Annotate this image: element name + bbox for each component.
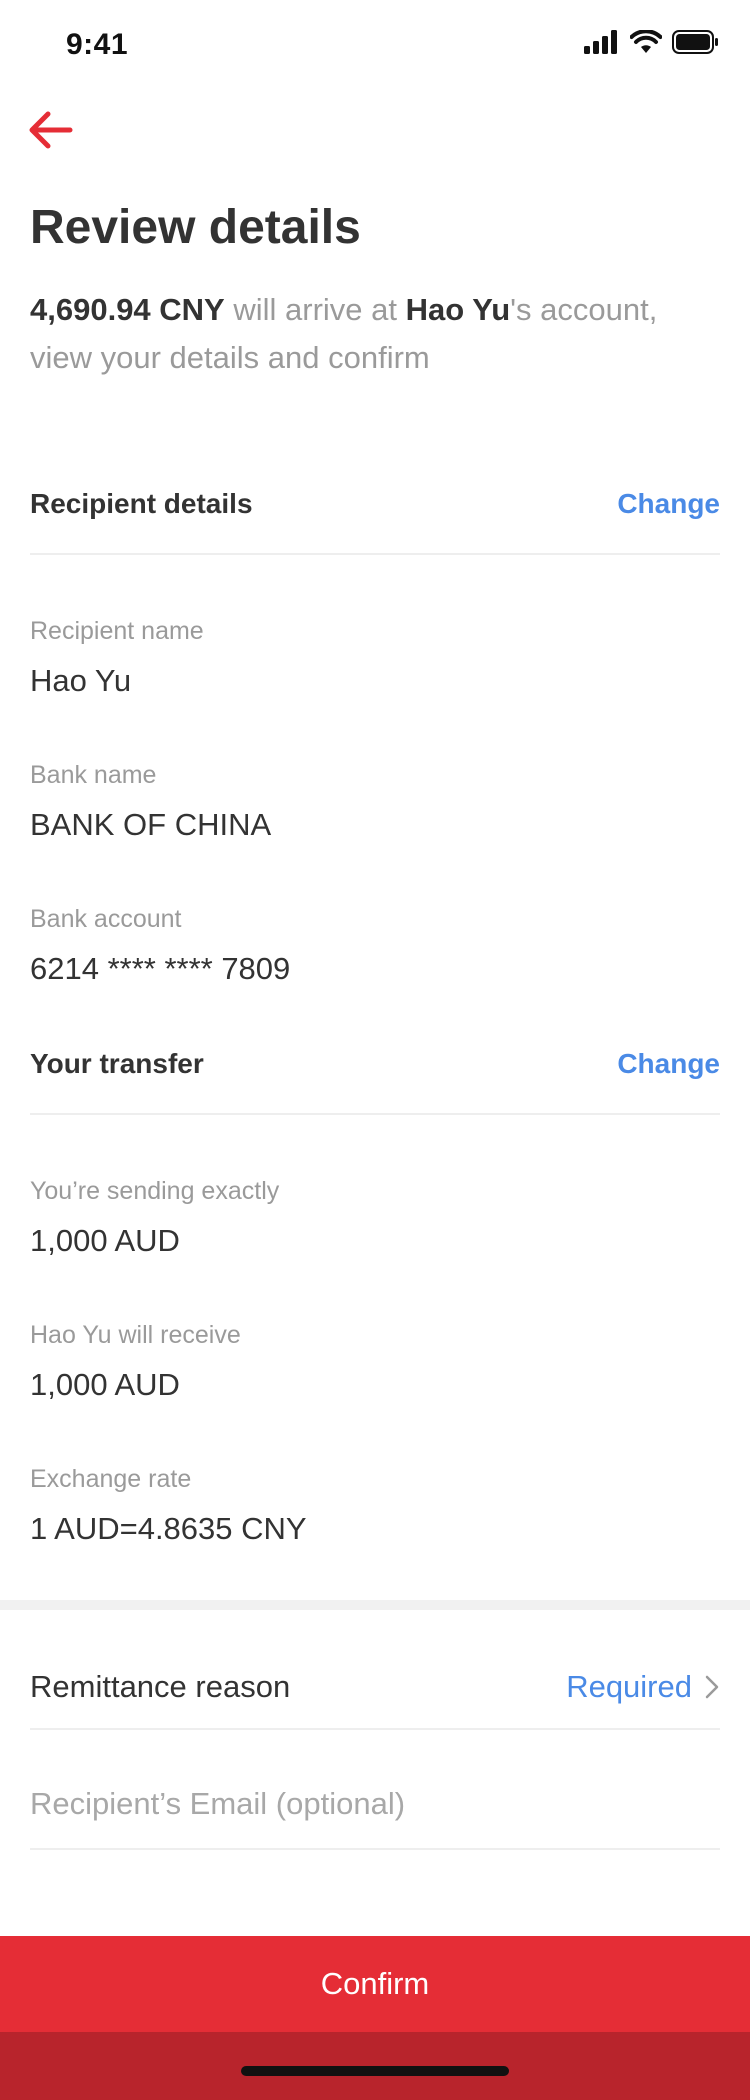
home-indicator [241,2066,509,2076]
remittance-reason-selector[interactable]: Required [566,1669,720,1705]
subtitle-recipient: Hao Yu [405,292,511,327]
subtitle-amount: 4,690.94 CNY [30,292,225,327]
status-icons [584,30,720,54]
recipient-section-header: Recipient details Change [30,474,720,534]
remittance-reason-value: Required [566,1669,692,1704]
sending-amount-label: You’re sending exactly [30,1177,280,1205]
exchange-rate-value: 1 AUD=4.8635 CNY [30,1511,307,1546]
battery-icon [672,30,718,54]
bank-account-label: Bank account [30,905,182,933]
subtitle-text: will arrive at [224,292,406,327]
recipient-name-value: Hao Yu [30,663,132,698]
exchange-rate-label: Exchange rate [30,1465,192,1493]
remittance-divider [30,1728,720,1730]
page-title: Review details [30,201,361,254]
email-divider [30,1848,720,1850]
back-arrow-icon [29,111,73,149]
chevron-right-icon [705,1675,719,1699]
bank-account-value: 6214 **** **** 7809 [30,951,291,986]
receive-amount-label: Hao Yu will receive [30,1321,241,1349]
recipient-name-label: Recipient name [30,617,204,645]
recipient-section-title: Recipient details [30,488,253,519]
recipient-change-link[interactable]: Change [617,488,720,520]
remittance-reason-row[interactable]: Remittance reason Required [30,1657,720,1717]
remittance-reason-label: Remittance reason [30,1669,291,1704]
receive-amount-value: 1,000 AUD [30,1367,180,1402]
sending-amount-value: 1,000 AUD [30,1223,180,1258]
confirm-button[interactable]: Confirm [0,1936,750,2032]
wifi-icon [630,30,662,53]
transfer-section-title: Your transfer [30,1048,204,1079]
section-separator [0,1600,750,1610]
bank-name-label: Bank name [30,761,157,789]
transfer-divider [30,1113,720,1115]
bank-name-value: BANK OF CHINA [30,807,272,842]
cellular-signal-icon [584,30,617,54]
recipient-divider [30,553,720,555]
transfer-change-link[interactable]: Change [617,1048,720,1080]
recipient-email-input[interactable] [30,1776,720,1832]
status-time: 9:41 [66,28,129,61]
back-button[interactable] [26,105,82,155]
page-subtitle: 4,690.94 CNY will arrive at Hao Yu's acc… [30,286,670,382]
transfer-section-header: Your transfer Change [30,1034,720,1094]
